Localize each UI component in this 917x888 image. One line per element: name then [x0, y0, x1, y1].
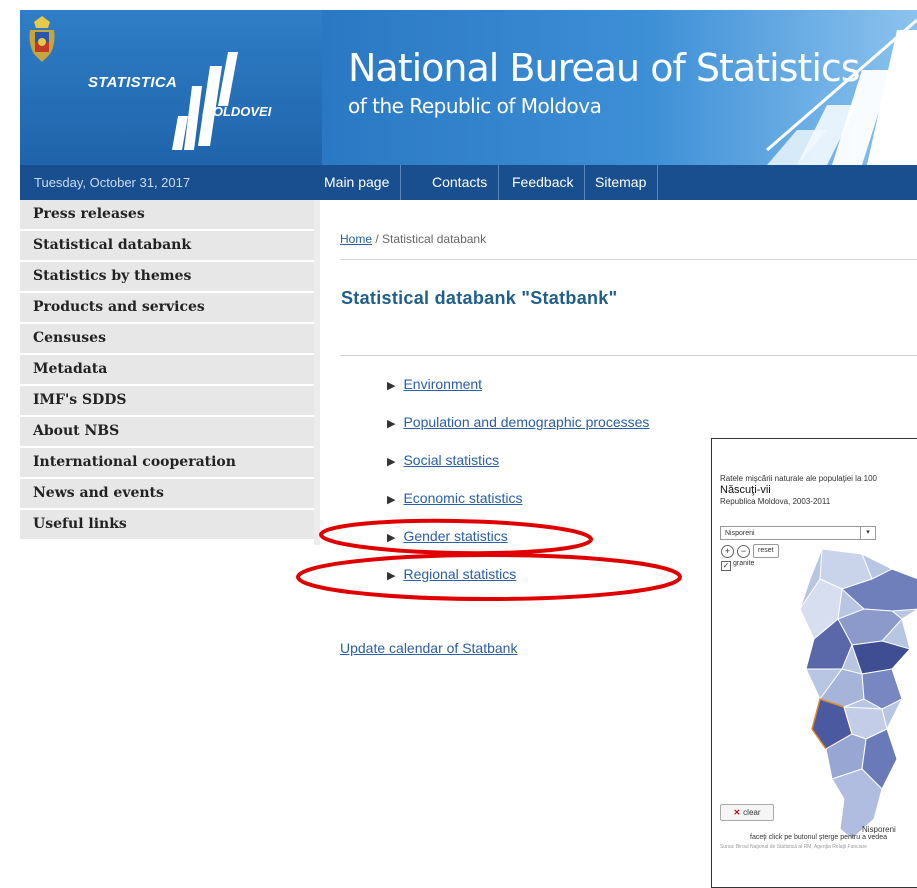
nav-main-page[interactable]: Main page [314, 165, 402, 200]
category-item: ▶ Economic statistics [387, 490, 523, 506]
breadcrumb-separator: / [372, 232, 383, 246]
map-clear-button[interactable]: ✕ clear [720, 804, 774, 821]
bar-chart-graphic-icon [766, 18, 917, 165]
close-icon: ✕ [733, 808, 741, 817]
update-calendar-link[interactable]: Update calendar of Statbank [340, 640, 517, 656]
category-item: ▶ Gender statistics [387, 528, 508, 544]
triangle-right-icon: ▶ [387, 494, 396, 506]
statistica-logo-mark-icon [172, 52, 238, 150]
category-link-regional-statistics[interactable]: Regional statistics [403, 566, 516, 582]
map-subtitle: Republica Moldova, 2003-2011 [720, 497, 831, 506]
map-caption: Ratele mişcării naturale ale populaţiei … [720, 474, 877, 483]
site-logo-panel[interactable]: STATISTICA MOLDOVEI [20, 10, 322, 165]
sidebar-item-products-and-services[interactable]: Products and services [20, 293, 314, 324]
map-title: Născuţi-vii [720, 484, 771, 496]
triangle-right-icon: ▶ [387, 380, 396, 392]
site-banner: National Bureau of Statistics of the Rep… [322, 10, 917, 165]
map-region-select[interactable]: Nisporeni ▾ [720, 526, 876, 540]
breadcrumb: Home / Statistical databank [340, 232, 486, 246]
category-link-economic-statistics[interactable]: Economic statistics [403, 490, 522, 506]
map-borders-checkbox[interactable]: ✓ [721, 561, 731, 571]
triangle-right-icon: ▶ [387, 418, 396, 430]
sidebar-item-useful-links[interactable]: Useful links [20, 510, 314, 541]
category-item: ▶ Regional statistics [387, 566, 516, 582]
divider-line [340, 259, 917, 260]
breadcrumb-home-link[interactable]: Home [340, 232, 372, 246]
sidebar-item-international-cooperation[interactable]: International cooperation [20, 448, 314, 479]
map-widget-thumbnail[interactable]: Ratele mişcării naturale ale populaţiei … [711, 438, 917, 888]
category-item: ▶ Environment [387, 376, 482, 392]
moldova-choropleth-map[interactable] [782, 549, 917, 849]
nav-sitemap[interactable]: Sitemap [585, 165, 659, 200]
category-link-environment[interactable]: Environment [403, 376, 482, 392]
zoom-out-icon[interactable]: − [737, 545, 750, 558]
map-selected-region-label: Nisporeni [862, 825, 896, 834]
map-clear-label: clear [743, 808, 761, 817]
category-link-gender-statistics[interactable]: Gender statistics [403, 528, 507, 544]
triangle-right-icon: ▶ [387, 532, 396, 544]
page-title: Statistical databank "Statbank" [341, 288, 618, 308]
sidebar-item-metadata[interactable]: Metadata [20, 355, 314, 386]
top-navigation: Main page Contacts Feedback Sitemap [314, 165, 917, 200]
chevron-down-icon: ▾ [860, 527, 875, 539]
sidebar-item-statistical-databank[interactable]: Statistical databank [20, 231, 314, 262]
zoom-in-icon[interactable]: + [721, 545, 734, 558]
category-link-population[interactable]: Population and demographic processes [403, 414, 649, 430]
category-item: ▶ Population and demographic processes [387, 414, 649, 430]
sidebar-divider [314, 200, 320, 545]
map-reset-button[interactable]: reset [753, 544, 779, 558]
map-select-value: Nisporeni [725, 530, 755, 537]
category-link-social-statistics[interactable]: Social statistics [403, 452, 499, 468]
sidebar-menu: Press releases Statistical databank Stat… [20, 200, 314, 541]
sidebar-item-imf-sdds[interactable]: IMF's SDDS [20, 386, 314, 417]
nav-contacts[interactable]: Contacts [422, 165, 500, 200]
triangle-right-icon: ▶ [387, 456, 396, 468]
sidebar-item-news-and-events[interactable]: News and events [20, 479, 314, 510]
divider-line [340, 355, 917, 356]
triangle-right-icon: ▶ [387, 570, 396, 582]
map-hint-text: faceţi click pe butonul şterge pentru a … [750, 834, 887, 841]
sidebar-item-statistics-by-themes[interactable]: Statistics by themes [20, 262, 314, 293]
map-source-text: Sursa: Biroul Naţional de Statistică al … [720, 844, 868, 850]
logo-text-moldovei: MOLDOVEI [202, 104, 272, 119]
site-subtitle: of the Republic of Moldova [348, 94, 602, 118]
coat-of-arms-icon [29, 16, 55, 62]
sidebar-item-press-releases[interactable]: Press releases [20, 200, 314, 231]
sidebar-item-censuses[interactable]: Censuses [20, 324, 314, 355]
current-date: Tuesday, October 31, 2017 [20, 165, 314, 200]
logo-text-statistica: STATISTICA [88, 74, 178, 91]
category-item: ▶ Social statistics [387, 452, 499, 468]
nav-feedback[interactable]: Feedback [502, 165, 586, 200]
map-borders-label: granite [733, 560, 755, 567]
sidebar-item-about-nbs[interactable]: About NBS [20, 417, 314, 448]
breadcrumb-current: Statistical databank [382, 232, 487, 246]
